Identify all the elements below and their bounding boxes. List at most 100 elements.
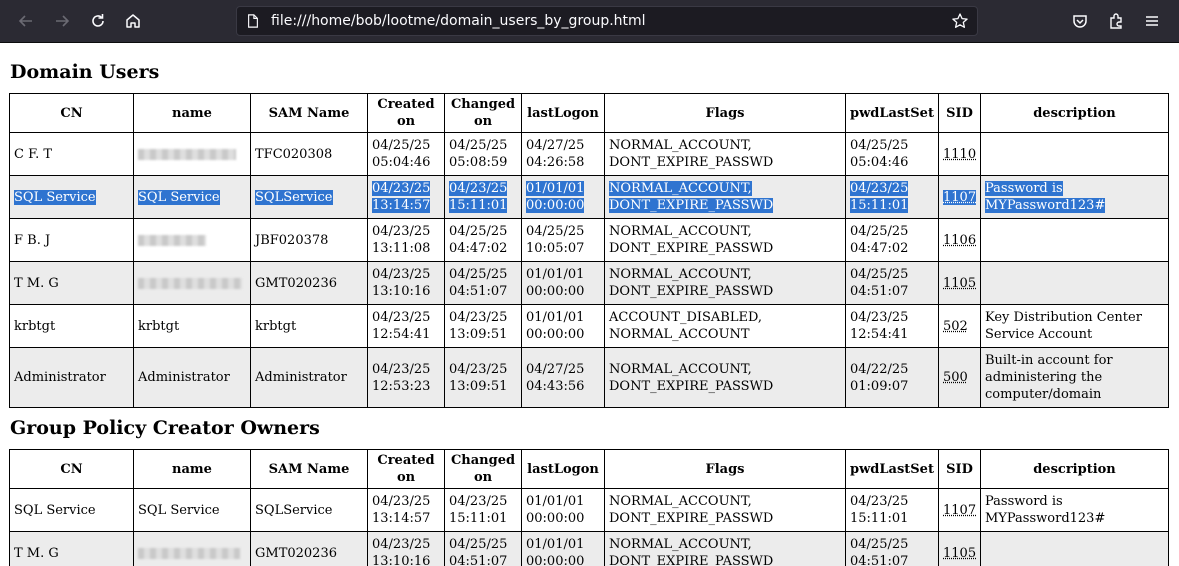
- bookmark-star-icon[interactable]: [951, 12, 969, 30]
- sam-name-text: krbtgt: [255, 318, 297, 334]
- column-header-flags: Flags: [604, 93, 846, 133]
- domain-users-table: CN name SAM Name Created on Changed on lastLo…: [9, 93, 1169, 408]
- column-header-created-on: Created on: [367, 449, 445, 489]
- sam-name-cell: JBF020378: [250, 218, 368, 262]
- changed-on-text: 04/23/25 15:11:01: [449, 494, 508, 526]
- last-logon-text: 04/27/25 04:26:58: [526, 138, 585, 170]
- description-cell: [980, 261, 1169, 305]
- url-text[interactable]: file:///home/bob/lootme/domain_users_by_…: [271, 13, 646, 30]
- menu-icon[interactable]: [1140, 9, 1164, 33]
- column-header-name: name: [133, 449, 251, 489]
- table-row: T M. G GMT020236 04/23/25 13:10:16 04/25/25…: [9, 261, 1169, 305]
- redacted-name: [138, 277, 242, 289]
- sam-name-cell: krbtgt: [250, 304, 368, 348]
- extensions-icon[interactable]: [1104, 9, 1128, 33]
- description-cell: [980, 218, 1169, 262]
- sam-name-text: SQLService: [255, 502, 333, 518]
- created-on-cell: 04/23/25 12:53:23: [367, 347, 445, 408]
- table-row: SQL Service SQL Service SQLService 04/23/25…: [9, 175, 1169, 219]
- created-on-text: 04/23/25 12:53:23: [372, 361, 431, 394]
- table-row: C F. T TFC020308 04/25/25 05:04:46 04/25/25…: [9, 132, 1169, 176]
- created-on-cell: 04/23/25 13:14:57: [367, 488, 445, 532]
- column-header-pwd-last-set: pwdLastSet: [845, 449, 939, 489]
- pwd-last-set-cell: 04/25/25 04:47:02: [845, 218, 939, 262]
- sid-text[interactable]: 1105: [943, 276, 976, 291]
- sid-cell: 500: [938, 347, 981, 408]
- changed-on-text: 04/25/25 04:47:02: [449, 224, 508, 256]
- cn-cell: C F. T: [9, 132, 134, 176]
- created-on-cell: 04/23/25 13:11:08: [367, 218, 445, 262]
- name-cell: [133, 531, 251, 566]
- flags-text: NORMAL_ACCOUNT, DONT_EXPIRE_PASSWD: [609, 138, 774, 170]
- changed-on-cell: 04/23/25 15:11:01: [444, 488, 522, 532]
- name-cell: krbtgt: [133, 304, 251, 348]
- column-header-name: name: [133, 93, 251, 133]
- changed-on-cell: 04/23/25 15:11:01: [444, 175, 522, 219]
- column-header-cn: CN: [9, 449, 134, 489]
- redacted-name: [138, 148, 236, 160]
- name-text: SQL Service: [138, 189, 220, 205]
- table-row: krbtgt krbtgt krbtgt 04/23/25 12:54:41 04/23…: [9, 304, 1169, 348]
- sid-text[interactable]: 1105: [943, 546, 976, 561]
- column-header-sam-name: SAM Name: [250, 93, 368, 133]
- pwd-last-set-cell: 04/23/25 15:11:01: [845, 175, 939, 219]
- flags-cell: NORMAL_ACCOUNT, DONT_EXPIRE_PASSWD: [604, 132, 846, 176]
- cn-cell: Administrator: [9, 347, 134, 408]
- sid-text[interactable]: 502: [943, 319, 968, 334]
- name-text: Administrator: [138, 370, 230, 385]
- created-on-cell: 04/23/25 12:54:41: [367, 304, 445, 348]
- flags-text: NORMAL_ACCOUNT, DONT_EXPIRE_PASSWD: [609, 537, 774, 566]
- column-header-last-logon: lastLogon: [521, 449, 605, 489]
- sam-name-cell: SQLService: [250, 488, 368, 532]
- name-text: krbtgt: [138, 318, 180, 334]
- sid-text[interactable]: 1110: [943, 147, 976, 162]
- cn-cell: T M. G: [9, 261, 134, 305]
- table-row: F B. J JBF020378 04/23/25 13:11:08 04/25/25…: [9, 218, 1169, 262]
- flags-cell: NORMAL_ACCOUNT, DONT_EXPIRE_PASSWD: [604, 218, 846, 262]
- flags-text: NORMAL_ACCOUNT, DONT_EXPIRE_PASSWD: [609, 494, 774, 526]
- sid-cell: 1105: [938, 261, 981, 305]
- last-logon-cell: 01/01/01 00:00:00: [521, 261, 605, 305]
- forward-icon[interactable]: [50, 9, 74, 33]
- back-icon[interactable]: [14, 9, 38, 33]
- created-on-cell: 04/23/25 13:10:16: [367, 531, 445, 566]
- reload-icon[interactable]: [86, 9, 110, 33]
- last-logon-text: 01/01/01 00:00:00: [526, 537, 585, 566]
- address-bar[interactable]: file:///home/bob/lootme/domain_users_by_…: [236, 6, 978, 36]
- cn-cell: SQL Service: [9, 488, 134, 532]
- description-text: Key Distribution Center Service Account: [985, 310, 1142, 342]
- changed-on-text: 04/25/25 04:51:07: [449, 267, 508, 299]
- sid-text[interactable]: 1107: [943, 189, 977, 205]
- pwd-last-set-cell: 04/22/25 01:09:07: [845, 347, 939, 408]
- description-cell: [980, 531, 1169, 566]
- created-on-text: 04/23/25 13:11:08: [372, 224, 431, 256]
- sam-name-text: TFC020308: [255, 146, 333, 162]
- created-on-cell: 04/23/25 13:14:57: [367, 175, 445, 219]
- cn-text: Administrator: [14, 370, 106, 385]
- last-logon-text: 01/01/01 00:00:00: [526, 181, 585, 213]
- name-cell: [133, 261, 251, 305]
- last-logon-cell: 01/01/01 00:00:00: [521, 488, 605, 532]
- created-on-text: 04/23/25 13:14:57: [372, 494, 431, 526]
- pwd-last-set-cell: 04/23/25 15:11:01: [845, 488, 939, 532]
- column-header-description: description: [980, 449, 1169, 489]
- sid-text[interactable]: 1107: [943, 503, 976, 518]
- last-logon-text: 04/27/25 04:43:56: [526, 361, 585, 394]
- name-cell: [133, 132, 251, 176]
- sam-name-text: GMT020236: [255, 545, 337, 561]
- changed-on-cell: 04/23/25 13:09:51: [444, 347, 522, 408]
- sid-cell: 502: [938, 304, 981, 348]
- sam-name-text: Administrator: [255, 370, 347, 385]
- section-title-domain-users: Domain Users: [10, 61, 160, 83]
- sid-text[interactable]: 500: [943, 370, 968, 385]
- pocket-icon[interactable]: [1068, 9, 1092, 33]
- description-text: Password is MYPassword123#: [985, 181, 1106, 213]
- last-logon-cell: 04/27/25 04:43:56: [521, 347, 605, 408]
- sid-cell: 1105: [938, 531, 981, 566]
- home-icon[interactable]: [121, 9, 145, 33]
- cn-text: C F. T: [14, 146, 53, 162]
- column-header-changed-on: Changed on: [444, 93, 522, 133]
- changed-on-text: 04/25/25 04:51:07: [449, 537, 508, 566]
- created-on-text: 04/23/25 13:14:57: [372, 181, 431, 213]
- sid-text[interactable]: 1106: [943, 233, 976, 248]
